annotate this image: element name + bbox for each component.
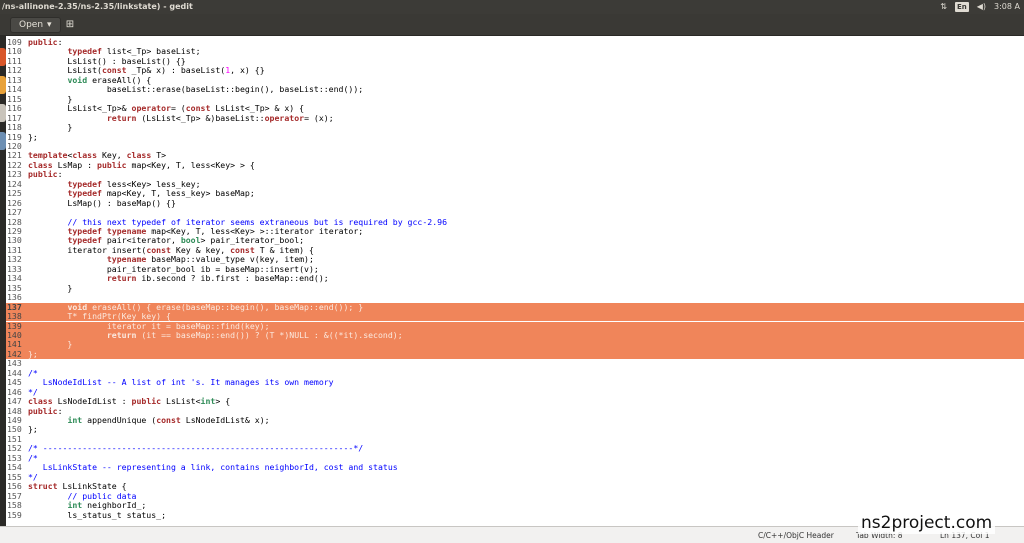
code-line[interactable]: 140 return (it == baseMap::end()) ? (T *… (6, 329, 1024, 341)
code-token: }; (28, 424, 38, 435)
code-token: = (x); (304, 112, 334, 123)
code-token: LsNodeIdList : (52, 396, 132, 407)
clock[interactable]: 3:08 A (994, 0, 1020, 14)
code-line[interactable]: 112 LsList(const _Tp& x) : baseList(1, x… (6, 65, 1024, 76)
code-line[interactable]: 147 class LsNodeIdList : public LsList<in… (6, 396, 1024, 407)
code-token: int (200, 396, 216, 407)
keyboard-layout-indicator[interactable]: En (954, 2, 969, 12)
window-title: /ns-allinone-2.35/ns-2.35/linkstate) - g… (2, 2, 193, 11)
code-token: LsLinkState -- representing a link, cont… (28, 462, 398, 473)
code-token: public (131, 396, 162, 407)
code-token: appendUnique ( (82, 415, 157, 425)
gedit-headerbar: Open ▾ ⊞ (0, 14, 1024, 36)
code-line[interactable]: 143 (6, 358, 1024, 368)
code-line[interactable]: 117 return (LsList<_Tp> &)baseList::oper… (6, 112, 1024, 123)
code-token: (it == baseMap::end()) ? (T *)NULL : &((… (136, 329, 403, 340)
line-number: 159 (7, 509, 22, 520)
network-icon[interactable]: ⇅ (940, 0, 947, 14)
code-line[interactable]: 154 LsLinkState -- representing a link, … (6, 462, 1024, 473)
code-line[interactable]: 145 LsNodeIdList -- A list of int 's. It… (6, 377, 1024, 388)
code-token: LsMap() : baseMap() {} (28, 197, 176, 208)
code-token: int (67, 415, 83, 425)
code-token: (LsList<_Tp> &)baseList:: (136, 112, 265, 123)
code-token: , x) {} (230, 65, 265, 76)
code-line[interactable]: 141 } (6, 339, 1024, 350)
code-token: }; (28, 348, 38, 359)
code-editor[interactable]: 109 public: 110 typedef list<_Tp> baseList… (6, 36, 1024, 526)
code-token: LsList< (161, 396, 201, 407)
code-token: } (28, 282, 73, 293)
new-document-icon[interactable]: ⊞ (61, 17, 79, 33)
code-token: baseList::erase(baseList::begin(), baseL… (28, 84, 364, 95)
code-line[interactable]: 150}; (6, 424, 1024, 435)
code-line[interactable]: 149 int appendUnique (const LsNodeIdList… (6, 415, 1024, 425)
code-token: map<Key, T, less<Key> > { (126, 159, 255, 170)
code-line[interactable]: 126 LsMap() : baseMap() {} (6, 197, 1024, 208)
code-token: return (106, 329, 137, 340)
system-tray: ⇅ En ◀) 3:08 A (940, 0, 1020, 14)
code-token: ls_status_t status_; (28, 509, 167, 520)
code-token: return (106, 273, 137, 284)
language-selector[interactable]: C/C++/ObjC Header (758, 527, 834, 543)
code-line[interactable]: 122 class LsMap : public map<Key, T, less… (6, 159, 1024, 170)
system-top-bar: /ns-allinone-2.35/ns-2.35/linkstate) - g… (0, 0, 1024, 14)
chevron-down-icon: ▾ (47, 20, 52, 30)
code-token: LsNodeIdList -- A list of int 's. It man… (28, 377, 334, 388)
code-line[interactable]: 135 } (6, 282, 1024, 293)
code-line[interactable]: 142}; (6, 348, 1024, 360)
code-token: return (106, 112, 137, 123)
code-line[interactable]: 155 */ (6, 472, 1024, 482)
code-token: LsNodeIdList& x); (180, 415, 270, 425)
code-line[interactable]: 156 struct LsLinkState { (6, 481, 1024, 491)
watermark: ns2project.com (858, 512, 996, 534)
code-line[interactable]: 118 } (6, 122, 1024, 132)
code-token: public (97, 159, 127, 170)
code-line[interactable]: 157 // public data (6, 491, 1024, 501)
code-token: ib.second ? ib.first : baseMap::end(); (136, 273, 329, 284)
code-token: operator (264, 112, 305, 123)
code-line[interactable]: 134 return ib.second ? ib.first : baseMa… (6, 273, 1024, 284)
open-button-label: Open (19, 20, 44, 30)
code-token: /* -------------------------------------… (28, 443, 364, 454)
code-token: const (156, 415, 181, 425)
code-line[interactable]: 152/* ----------------------------------… (6, 443, 1024, 454)
code-token: }; (28, 131, 38, 142)
volume-icon[interactable]: ◀) (977, 0, 986, 14)
open-button[interactable]: Open ▾ (10, 17, 61, 33)
code-token: > { (215, 396, 231, 407)
code-line[interactable]: 119}; (6, 131, 1024, 142)
code-line[interactable]: 114 baseList::erase(baseList::begin(), b… (6, 84, 1024, 95)
